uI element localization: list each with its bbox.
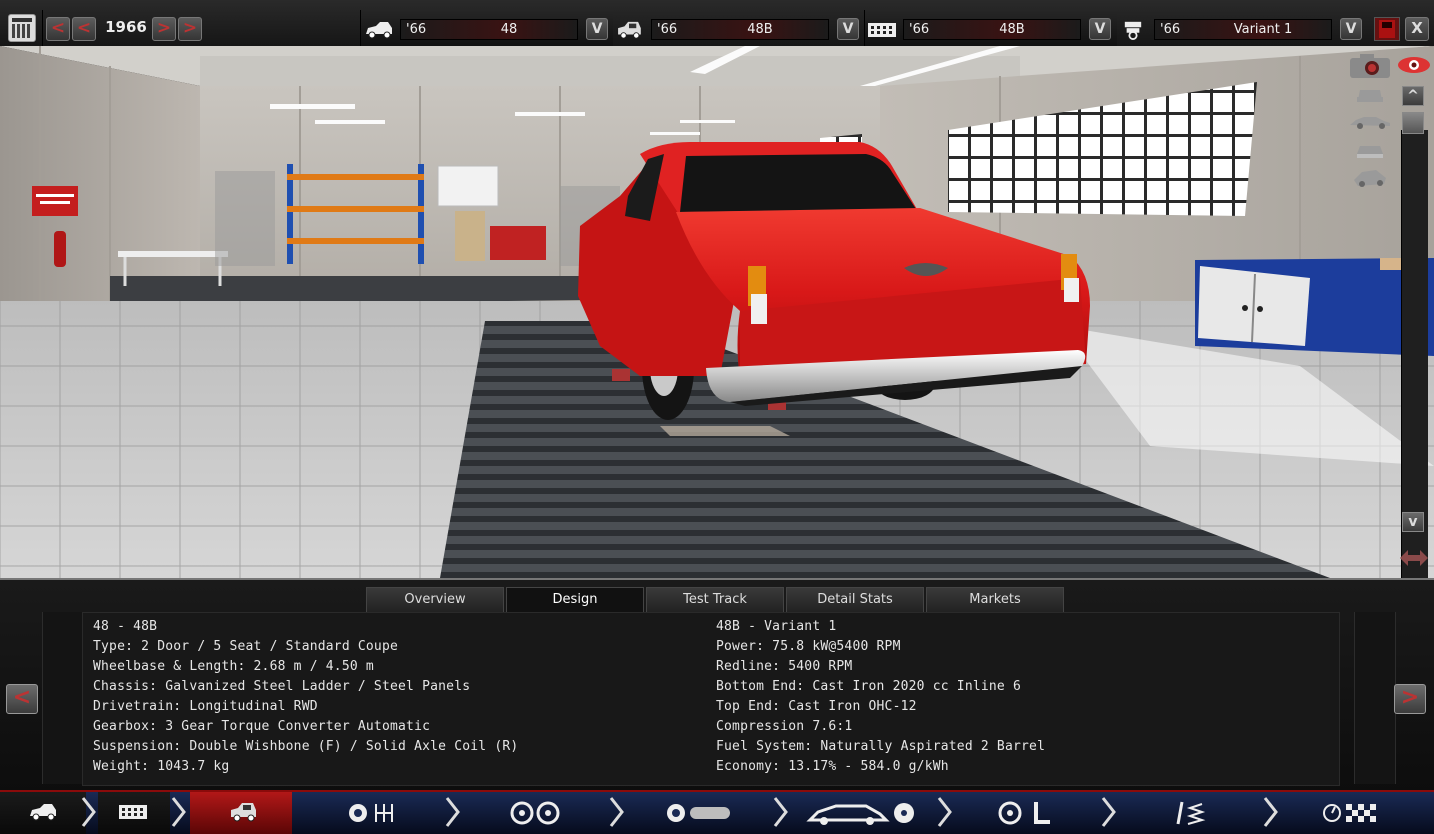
close-button[interactable]: X xyxy=(1405,17,1429,41)
summary-top-end: Top End: Cast Iron OHC-12 xyxy=(716,699,917,714)
exhaust-icon[interactable] xyxy=(664,798,734,828)
design-steps-bar xyxy=(0,790,1434,834)
summary-economy: Economy: 13.17% - 584.0 g/kWh xyxy=(716,759,949,774)
chassis-selector[interactable]: '66 48B xyxy=(903,19,1081,40)
calendar-divider xyxy=(42,10,43,46)
tab-markets[interactable]: Markets xyxy=(926,587,1064,613)
summary-power: Power: 75.8 kW@5400 RPM xyxy=(716,639,901,654)
expand-view-icon[interactable] xyxy=(1398,546,1430,570)
camera-icon[interactable] xyxy=(1348,52,1392,80)
eye-icon[interactable] xyxy=(1396,54,1432,76)
top-toolbar: < < 1966 > > '66 48 V '66 48B V '66 48B … xyxy=(0,0,1434,47)
step-chevron-icon xyxy=(609,797,624,827)
design-summary: 48 - 48B Type: 2 Door / 5 Seat / Standar… xyxy=(82,612,1340,786)
step-chevron-icon xyxy=(81,797,96,827)
scrollbar-thumb[interactable] xyxy=(1402,112,1424,134)
details-panel: Overview Design Test Track Detail Stats … xyxy=(0,578,1434,792)
summary-redline: Redline: 5400 RPM xyxy=(716,659,853,674)
left-side-column xyxy=(42,612,84,784)
summary-wheelbase: Wheelbase & Length: 2.68 m / 4.50 m xyxy=(93,659,374,674)
summary-suspension: Suspension: Double Wishbone (F) / Solid … xyxy=(93,739,519,754)
car-front-icon xyxy=(30,804,56,821)
summary-chassis: Chassis: Galvanized Steel Ladder / Steel… xyxy=(93,679,471,694)
year-forward-far-button[interactable]: > xyxy=(178,17,202,41)
summary-model: 48 - 48B xyxy=(93,619,158,634)
interior-steering-icon[interactable] xyxy=(996,798,1056,828)
year-back-button[interactable]: < xyxy=(72,17,96,41)
summary-bottom-end: Bottom End: Cast Iron 2020 cc Inline 6 xyxy=(716,679,1022,694)
trim-dropdown-button[interactable]: V xyxy=(837,18,859,40)
engine-variant-dropdown-button[interactable]: V xyxy=(1340,18,1362,40)
chassis-icon xyxy=(868,23,896,37)
step-chevron-icon xyxy=(937,797,952,827)
trim-selector-name: 48B xyxy=(747,22,773,37)
save-icon[interactable] xyxy=(1374,17,1400,41)
scroll-up-button[interactable]: ^ xyxy=(1402,86,1424,106)
summary-compression: Compression 7.6:1 xyxy=(716,719,853,734)
view-side-icon[interactable] xyxy=(1348,114,1392,130)
step-model[interactable] xyxy=(0,792,86,834)
step-chevron-icon xyxy=(445,797,460,827)
engine-variant-selector[interactable]: '66 Variant 1 xyxy=(1154,19,1332,40)
year-display: 1966 xyxy=(105,18,147,36)
model-selector-year: '66 xyxy=(406,22,427,37)
summary-drivetrain: Drivetrain: Longitudinal RWD xyxy=(93,699,318,714)
step-chevron-icon xyxy=(773,797,788,827)
chassis-dropdown-button[interactable]: V xyxy=(1089,18,1111,40)
view-scrollbar[interactable] xyxy=(1401,130,1428,578)
model-selector-name: 48 xyxy=(500,22,518,37)
engine-piston-icon xyxy=(1124,21,1142,40)
car-body-icon xyxy=(231,803,256,822)
engine-variant-selector-year: '66 xyxy=(1160,22,1181,37)
next-page-button[interactable]: > xyxy=(1394,684,1426,714)
suspension-spring-icon[interactable] xyxy=(1172,798,1208,828)
tab-overview[interactable]: Overview xyxy=(366,587,504,613)
garage-scene xyxy=(0,46,1434,578)
engine-variant-selector-name: Variant 1 xyxy=(1233,22,1293,37)
step-chevron-icon xyxy=(1263,797,1278,827)
previous-page-button[interactable]: < xyxy=(6,684,38,714)
trim-selector[interactable]: '66 48B xyxy=(651,19,829,40)
summary-engine-variant: 48B - Variant 1 xyxy=(716,619,837,634)
tab-test-track[interactable]: Test Track xyxy=(646,587,784,613)
chassis-selector-name: 48B xyxy=(999,22,1025,37)
chassis-icon xyxy=(119,805,147,819)
calendar-icon[interactable] xyxy=(8,14,36,42)
summary-type: Type: 2 Door / 5 Seat / Standard Coupe xyxy=(93,639,399,654)
year-forward-button[interactable]: > xyxy=(152,17,176,41)
car-front-icon xyxy=(366,22,392,39)
view-rear-icon[interactable] xyxy=(1354,140,1386,160)
summary-weight: Weight: 1043.7 kg xyxy=(93,759,230,774)
finish-flag-icon[interactable] xyxy=(1322,798,1382,828)
aero-cooling-icon[interactable] xyxy=(806,798,918,828)
wheels-icon[interactable] xyxy=(508,798,564,828)
step-body[interactable] xyxy=(190,792,292,834)
trim-selector-year: '66 xyxy=(657,22,678,37)
step-chassis[interactable] xyxy=(98,792,170,834)
year-back-far-button[interactable]: < xyxy=(46,17,70,41)
scroll-down-button[interactable]: v xyxy=(1402,512,1424,532)
tab-design[interactable]: Design xyxy=(506,587,644,613)
summary-gearbox: Gearbox: 3 Gear Torque Converter Automat… xyxy=(93,719,431,734)
engine-gear-icon[interactable] xyxy=(344,798,404,828)
view-front-icon[interactable] xyxy=(1354,84,1386,104)
garage-3d-viewport[interactable]: ^ v xyxy=(0,46,1434,578)
model-dropdown-button[interactable]: V xyxy=(586,18,608,40)
model-selector[interactable]: '66 48 xyxy=(400,19,578,40)
view-perspective-icon[interactable] xyxy=(1350,166,1390,190)
summary-fuel-system: Fuel System: Naturally Aspirated 2 Barre… xyxy=(716,739,1046,754)
step-chevron-icon xyxy=(171,797,186,827)
right-side-column xyxy=(1354,612,1396,784)
step-chevron-icon xyxy=(1101,797,1116,827)
tab-detail-stats[interactable]: Detail Stats xyxy=(786,587,924,613)
chassis-selector-year: '66 xyxy=(909,22,930,37)
car-body-icon xyxy=(618,21,641,39)
